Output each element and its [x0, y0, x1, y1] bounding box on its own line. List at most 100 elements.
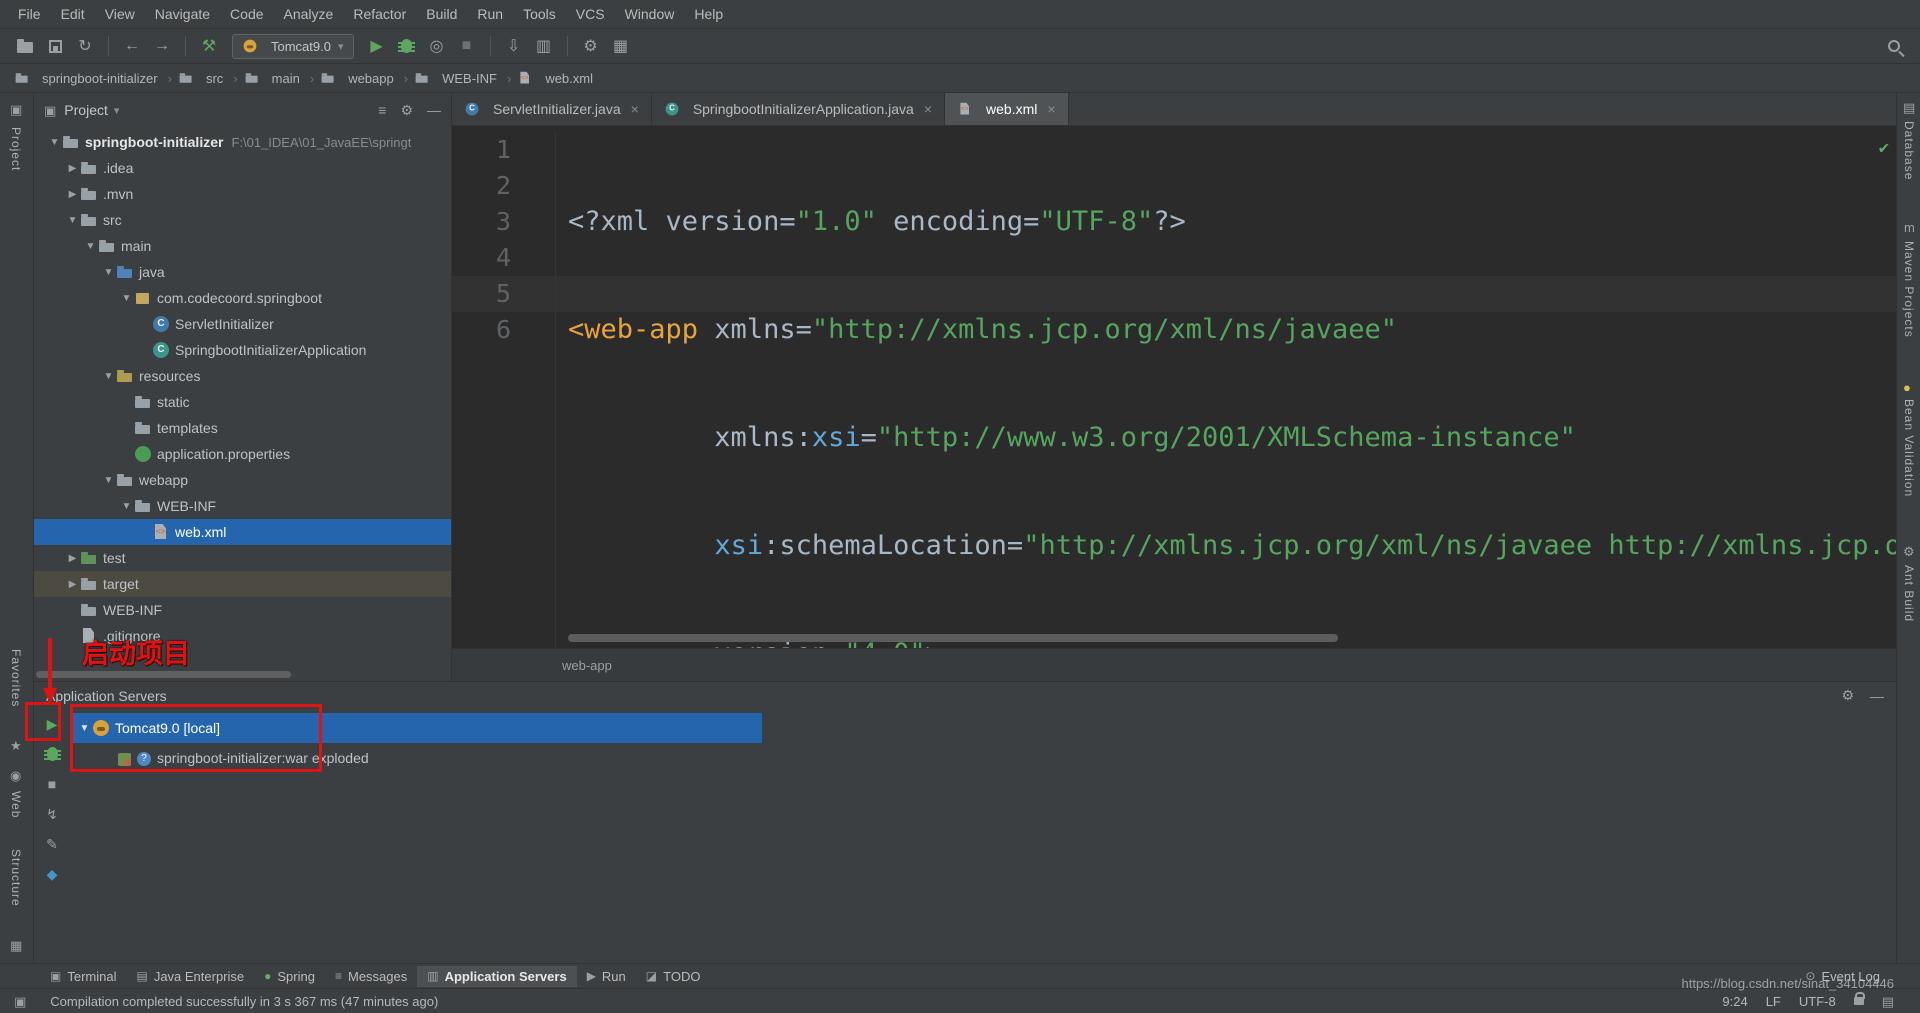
tool-tab-maven-projects[interactable]: Maven Projects [1902, 241, 1916, 338]
menu-code[interactable]: Code [220, 1, 273, 27]
tree-item-test[interactable]: test [34, 545, 451, 571]
run-button[interactable] [364, 33, 390, 59]
tree-item-idea[interactable]: .idea [34, 155, 451, 181]
hide-panel-icon[interactable] [427, 102, 441, 118]
chevron-down-icon[interactable] [114, 104, 120, 117]
search-icon[interactable] [1888, 40, 1900, 52]
caret-position[interactable]: 9:24 [1722, 994, 1747, 1009]
project-tool-icon[interactable] [10, 103, 22, 116]
line-ending-indicator[interactable]: LF [1766, 994, 1781, 1009]
chevron-right-icon[interactable] [64, 579, 81, 590]
tree-item-main[interactable]: main [34, 233, 451, 259]
breadcrumb-item-webxml[interactable]: web.xml [517, 70, 593, 86]
chevron-down-icon[interactable] [64, 215, 81, 226]
lock-icon[interactable] [1854, 997, 1864, 1005]
toolwindow-spring[interactable]: Spring [254, 966, 325, 987]
deploy-icon[interactable] [41, 863, 63, 885]
chevron-down-icon[interactable] [100, 267, 117, 278]
chevron-down-icon[interactable] [118, 293, 135, 304]
update-application-icon[interactable] [501, 33, 527, 59]
close-icon[interactable] [924, 101, 932, 117]
tool-tab-structure[interactable]: Structure [9, 849, 23, 907]
back-icon[interactable] [119, 33, 145, 59]
forward-icon[interactable] [149, 33, 175, 59]
tab-webxml-active[interactable]: web.xml [945, 93, 1069, 125]
debug-server-button[interactable] [41, 743, 63, 765]
chevron-down-icon[interactable] [100, 371, 117, 382]
breadcrumb-item-project[interactable]: springboot-initializer [14, 70, 158, 86]
chevron-right-icon[interactable] [64, 553, 81, 564]
chevron-down-icon[interactable] [82, 241, 99, 252]
menu-tools[interactable]: Tools [513, 1, 566, 27]
menu-navigate[interactable]: Navigate [145, 1, 220, 27]
chevron-right-icon[interactable] [64, 163, 81, 174]
tool-tab-bean-validation[interactable]: Bean Validation [1902, 399, 1916, 497]
toolwindow-application-servers[interactable]: Application Servers [417, 966, 576, 987]
tree-item-src[interactable]: src [34, 207, 451, 233]
tree-item-resources[interactable]: resources [34, 363, 451, 389]
stop-button[interactable] [454, 33, 480, 59]
filter-icon[interactable] [378, 102, 386, 118]
tree-item-root[interactable]: springboot-initializerF:\01_IDEA\01_Java… [34, 129, 451, 155]
menu-file[interactable]: File [8, 1, 51, 27]
tree-item-static[interactable]: static [34, 389, 451, 415]
menu-edit[interactable]: Edit [51, 1, 95, 27]
editor-hscrollbar[interactable] [568, 634, 1338, 642]
toolwindow-todo[interactable]: TODO [636, 966, 711, 987]
favorites-star-icon[interactable] [10, 739, 22, 752]
close-icon[interactable] [631, 101, 639, 117]
open-icon[interactable] [12, 33, 38, 59]
server-artifact-row[interactable]: springboot-initializer:war exploded [70, 743, 1896, 773]
inspections-ok-icon[interactable] [1879, 130, 1889, 166]
menu-refactor[interactable]: Refactor [343, 1, 416, 27]
maven-icon[interactable] [1904, 221, 1915, 234]
chevron-down-icon[interactable] [118, 501, 135, 512]
chevron-down-icon[interactable] [46, 137, 63, 148]
bean-validation-icon[interactable] [1903, 381, 1911, 394]
tree-item-java[interactable]: java [34, 259, 451, 285]
project-panel-title[interactable]: Project [64, 102, 108, 118]
ant-icon[interactable] [1903, 545, 1915, 558]
tree-item-templates[interactable]: templates [34, 415, 451, 441]
breadcrumb-item-webinf[interactable]: WEB-INF [414, 70, 497, 86]
tree-item-package[interactable]: com.codecoord.springboot [34, 285, 451, 311]
menu-run[interactable]: Run [467, 1, 513, 27]
toolwindow-terminal[interactable]: Terminal [40, 966, 126, 987]
tree-item-application-properties[interactable]: application.properties [34, 441, 451, 467]
debug-button[interactable] [394, 33, 420, 59]
close-icon[interactable] [1047, 101, 1055, 117]
database-icon[interactable] [1903, 101, 1915, 114]
coverage-icon[interactable] [424, 33, 450, 59]
menu-help[interactable]: Help [684, 1, 733, 27]
editor-breadcrumb[interactable]: web-app [452, 648, 1896, 681]
tree-item-mvn[interactable]: .mvn [34, 181, 451, 207]
tree-item-webinf[interactable]: WEB-INF [34, 493, 451, 519]
tool-tab-web[interactable]: Web [9, 791, 23, 818]
tree-item-target[interactable]: target [34, 571, 451, 597]
tool-tab-database[interactable]: Database [1902, 121, 1916, 180]
toolwindow-java-enterprise[interactable]: Java Enterprise [126, 966, 254, 987]
run-config-select[interactable]: Tomcat9.0 [232, 34, 354, 59]
breadcrumb-item-webapp[interactable]: webapp [320, 70, 394, 86]
chevron-down-icon[interactable] [100, 475, 117, 486]
project-hscrollbar[interactable] [36, 671, 291, 678]
build-icon[interactable] [196, 33, 222, 59]
toolwindow-messages[interactable]: Messages [325, 966, 417, 987]
settings-icon[interactable] [578, 33, 604, 59]
tab-springbootapplication[interactable]: SpringbootInitializerApplication.java [652, 93, 945, 125]
tree-item-servletinitializer[interactable]: ServletInitializer [34, 311, 451, 337]
menu-window[interactable]: Window [615, 1, 685, 27]
chevron-right-icon[interactable] [64, 189, 81, 200]
code-editor[interactable]: 1 2 3 4 5 6 <?xml version="1.0" encoding… [452, 126, 1896, 648]
tree-item-springbootapplication[interactable]: SpringbootInitializerApplication [34, 337, 451, 363]
project-structure-icon[interactable] [608, 33, 634, 59]
tree-item-webxml-selected[interactable]: web.xml [34, 519, 451, 545]
encoding-indicator[interactable]: UTF-8 [1799, 994, 1836, 1009]
toolwindow-run[interactable]: Run [577, 966, 636, 987]
tree-item-webinf-root[interactable]: WEB-INF [34, 597, 451, 623]
connect-icon[interactable] [41, 803, 63, 825]
sync-icon[interactable] [72, 33, 98, 59]
structure-grid-icon[interactable] [10, 939, 22, 952]
breadcrumb-item-main[interactable]: main [244, 70, 300, 86]
menu-analyze[interactable]: Analyze [274, 1, 344, 27]
